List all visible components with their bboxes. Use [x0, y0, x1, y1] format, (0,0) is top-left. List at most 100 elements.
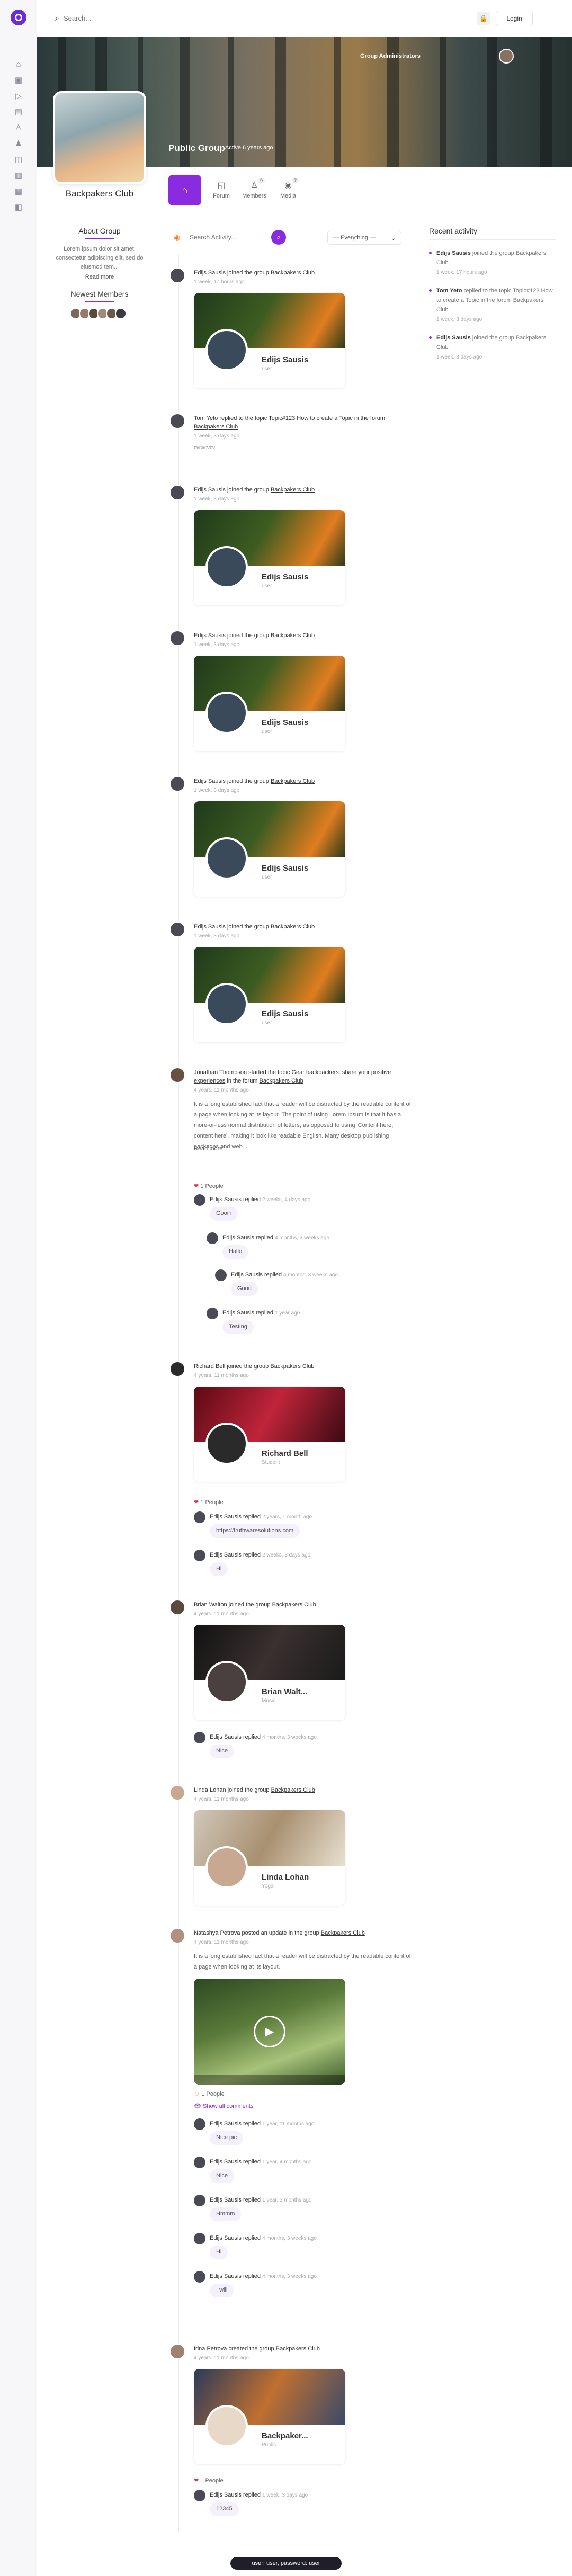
media-icon: ◉ — [284, 181, 292, 190]
avatar — [205, 1423, 248, 1465]
avatar[interactable] — [169, 1067, 185, 1083]
cart-icon[interactable]: 🔒 — [477, 12, 490, 25]
avatar[interactable] — [169, 1785, 185, 1801]
rss-icon[interactable]: ◉ — [174, 233, 180, 242]
member-card[interactable]: Edijs Sausis user — [194, 947, 345, 1042]
store-icon[interactable]: ▥ — [13, 171, 24, 180]
group-link[interactable]: Backpakers Club — [271, 1787, 315, 1793]
member-card[interactable]: Linda Lohan Yoga — [194, 1810, 345, 1906]
tab-media[interactable]: 7 ◉ Media — [272, 178, 304, 199]
reaction-count[interactable]: ❤ 1 People — [194, 2477, 224, 2484]
avatar[interactable] — [169, 922, 185, 937]
group-link[interactable]: Backpakers Club — [276, 2346, 320, 2352]
group-link[interactable]: Backpakers Club — [271, 632, 315, 639]
group-admins-label: Group Administrators — [360, 53, 421, 59]
activity-header: Edijs Sausis joined the group Backpakers… — [194, 487, 315, 493]
avatar[interactable] — [194, 2271, 205, 2283]
avatar[interactable] — [194, 2157, 205, 2168]
avatar[interactable] — [207, 1308, 218, 1319]
avatar[interactable] — [194, 2118, 205, 2130]
file-icon[interactable]: ▤ — [13, 107, 24, 117]
video-player[interactable]: ▶ — [194, 1979, 345, 2085]
group-name: Backpakers Club — [65, 189, 134, 199]
group-link[interactable]: Backpakers Club — [321, 1930, 365, 1936]
avatar[interactable] — [169, 413, 185, 429]
group-link[interactable]: Backpakers Club — [271, 270, 315, 276]
avatar — [205, 1661, 248, 1703]
avatar[interactable] — [169, 776, 185, 792]
video-icon[interactable]: ▷ — [13, 91, 24, 101]
newest-members — [53, 308, 146, 319]
home-icon[interactable]: ⌂ — [13, 59, 24, 69]
avatar[interactable] — [207, 1232, 218, 1244]
tab-members[interactable]: 9 ♙ Members — [238, 178, 270, 199]
member-card[interactable]: Edijs Sausis user — [194, 801, 345, 897]
activity-search-button[interactable]: ⌕ — [271, 230, 286, 245]
chevron-down-icon: ⌄ — [390, 235, 396, 241]
avatar[interactable] — [194, 1550, 205, 1561]
user-icon[interactable]: ♙ — [13, 123, 24, 132]
group-link[interactable]: Backpakers Club — [260, 1078, 303, 1084]
member-card[interactable]: Brian Walt... Music — [194, 1625, 345, 1720]
activity-item: Brian Walton joined the group Backpakers… — [169, 1599, 413, 1774]
member-card[interactable]: Edijs Sausis user — [194, 293, 345, 388]
group-link[interactable]: Backpakers Club — [271, 924, 315, 930]
activity-filter-select[interactable]: — Everything — ⌄ — [327, 231, 401, 245]
show-comments-link[interactable]: 👁 Show all comments — [194, 2103, 253, 2109]
play-icon[interactable]: ▶ — [254, 2016, 285, 2047]
member-card[interactable]: Edijs Sausis user — [194, 656, 345, 751]
activity-search-input[interactable] — [190, 230, 274, 245]
avatar[interactable] — [169, 1599, 185, 1615]
bookmark-icon[interactable]: ◫ — [13, 155, 24, 164]
shop-icon[interactable]: ◧ — [13, 202, 24, 212]
inbox-icon[interactable]: ▣ — [13, 75, 24, 85]
admin-avatar[interactable] — [499, 49, 514, 64]
activity-header: Edijs Sausis joined the group Backpakers… — [194, 778, 315, 784]
users-icon[interactable]: ♟ — [13, 139, 24, 148]
activity-item: Linda Lohan joined the group Backpakers … — [169, 1785, 413, 1912]
avatar[interactable] — [194, 2195, 205, 2206]
list-item: Edijs Sausis joined the group Backpakers… — [429, 333, 556, 362]
member-card[interactable]: Richard Bell Student — [194, 1387, 345, 1482]
topic-link[interactable]: Topic#123 How to create a Topic — [269, 415, 353, 422]
tab-home[interactable]: ⌂ — [168, 175, 201, 205]
login-button[interactable]: Login — [496, 11, 533, 26]
avatar[interactable] — [169, 485, 185, 500]
group-link[interactable]: Backpakers Club — [270, 1363, 314, 1370]
group-link[interactable]: Backpakers Club — [272, 1602, 316, 1608]
read-more-link[interactable]: Read more — [53, 274, 146, 280]
recent-activity-title: Recent activity — [429, 227, 556, 240]
activity-time: 1 week, 3 days ago — [194, 642, 240, 648]
top-bar: ⌕ 🔒 Login — [37, 0, 572, 37]
tab-forum[interactable]: ◱ Forum — [205, 180, 237, 199]
activity-item: Edijs Sausis joined the group Backpakers… — [169, 922, 413, 1049]
activity-item: Richard Bell joined the group Backpakers… — [169, 1361, 413, 1584]
heart-icon: ❤ — [194, 2477, 199, 2484]
group-link[interactable]: Backpakers Club — [271, 487, 315, 493]
avatar[interactable] — [169, 630, 185, 646]
avatar[interactable] — [115, 308, 127, 319]
book-icon[interactable]: ▦ — [13, 186, 24, 196]
avatar[interactable] — [194, 2233, 205, 2244]
group-card[interactable]: Backpaker... Public — [194, 2369, 345, 2464]
avatar[interactable] — [194, 2490, 205, 2501]
avatar[interactable] — [169, 267, 185, 283]
logo[interactable] — [11, 10, 26, 25]
reaction-count[interactable]: ❤ 1 People — [194, 1499, 224, 1506]
avatar[interactable] — [169, 2344, 185, 2359]
reaction-count[interactable]: ☺ 1 People — [194, 2091, 225, 2097]
group-link[interactable]: Backpakers Club — [271, 778, 315, 784]
search-input[interactable] — [64, 12, 222, 24]
about-group: About Group Lorem ipsum dolor sit amet, … — [53, 227, 146, 319]
read-more-link[interactable]: Read more — [194, 1143, 411, 1154]
avatar[interactable] — [194, 1732, 205, 1743]
reaction-count[interactable]: ❤ 1 People — [194, 1183, 224, 1189]
avatar[interactable] — [194, 1511, 205, 1523]
avatar[interactable] — [194, 1194, 205, 1206]
avatar[interactable] — [215, 1269, 227, 1281]
avatar[interactable] — [169, 1361, 185, 1377]
group-link[interactable]: Backpakers Club — [194, 424, 238, 430]
eye-icon: 👁 — [194, 2103, 201, 2109]
member-card[interactable]: Edijs Sausis user — [194, 510, 345, 605]
avatar[interactable] — [169, 1928, 185, 1944]
